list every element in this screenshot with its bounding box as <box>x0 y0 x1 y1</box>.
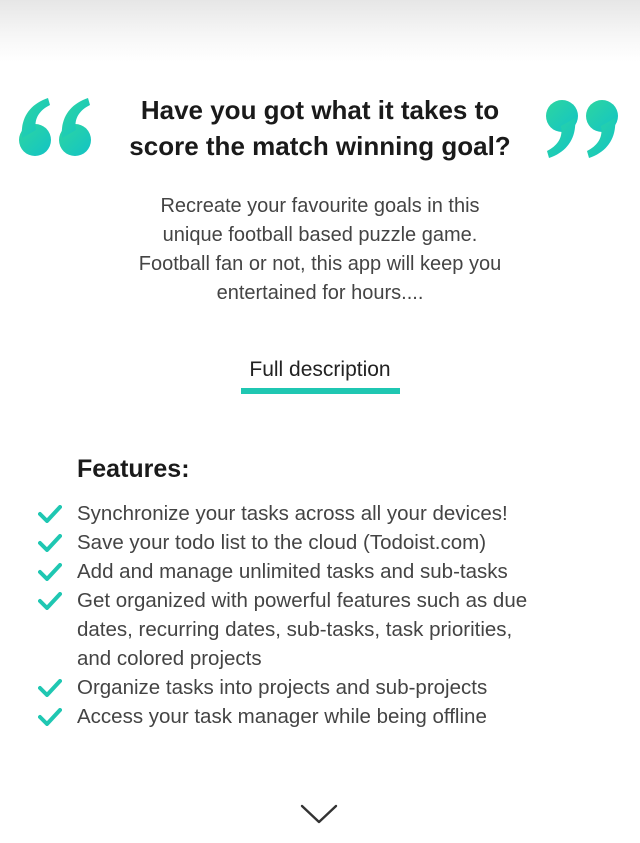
features-title: Features: <box>77 455 190 483</box>
checkmark-icon <box>38 505 62 523</box>
checkmark-icon <box>38 592 62 610</box>
feature-item: Save your todo list to the cloud (Todois… <box>38 528 608 557</box>
feature-item: Access your task manager while being off… <box>38 702 608 731</box>
feature-item: Organize tasks into projects and sub-pro… <box>38 673 608 702</box>
checkmark-icon <box>38 679 62 697</box>
features-list: Synchronize your tasks across all your d… <box>38 499 608 731</box>
feature-text-line: dates, recurring dates, sub-tasks, task … <box>77 618 513 641</box>
feature-text: Add and manage unlimited tasks and sub-t… <box>77 560 508 583</box>
feature-text-line: Get organized with powerful features suc… <box>77 589 528 612</box>
checkmark-icon <box>38 534 62 552</box>
feature-text: Save your todo list to the cloud (Todois… <box>77 531 487 554</box>
headline: Have you got what it takes to score the … <box>100 92 540 164</box>
top-shadow <box>0 0 640 62</box>
checkmark-icon <box>38 563 62 581</box>
checkmark-icon <box>38 708 62 726</box>
chevron-down-icon[interactable] <box>300 803 338 825</box>
intro-line: unique football based puzzle game. <box>162 224 478 246</box>
headline-line-2: score the match winning goal? <box>129 131 511 161</box>
headline-line-1: Have you got what it takes to <box>140 95 500 125</box>
feature-text: Organize tasks into projects and sub-pro… <box>77 676 488 699</box>
feature-text-line: and colored projects <box>77 647 262 670</box>
link-underline <box>241 388 400 394</box>
full-description-link[interactable]: Full description <box>220 358 420 382</box>
feature-item: Synchronize your tasks across all your d… <box>38 499 608 528</box>
feature-text: Synchronize your tasks across all your d… <box>77 502 508 525</box>
intro-line: Football fan or not, this app will keep … <box>138 253 502 275</box>
feature-item: Get organized with powerful features suc… <box>38 586 608 673</box>
feature-text: Access your task manager while being off… <box>77 705 487 728</box>
feature-item: Add and manage unlimited tasks and sub-t… <box>38 557 608 586</box>
open-quote-icon <box>19 98 91 156</box>
intro-line: entertained for hours.... <box>216 282 424 304</box>
intro-line: Recreate your favourite goals in this <box>160 195 480 217</box>
close-quote-icon <box>546 100 618 158</box>
intro-text: Recreate your favourite goals in this un… <box>90 192 550 308</box>
